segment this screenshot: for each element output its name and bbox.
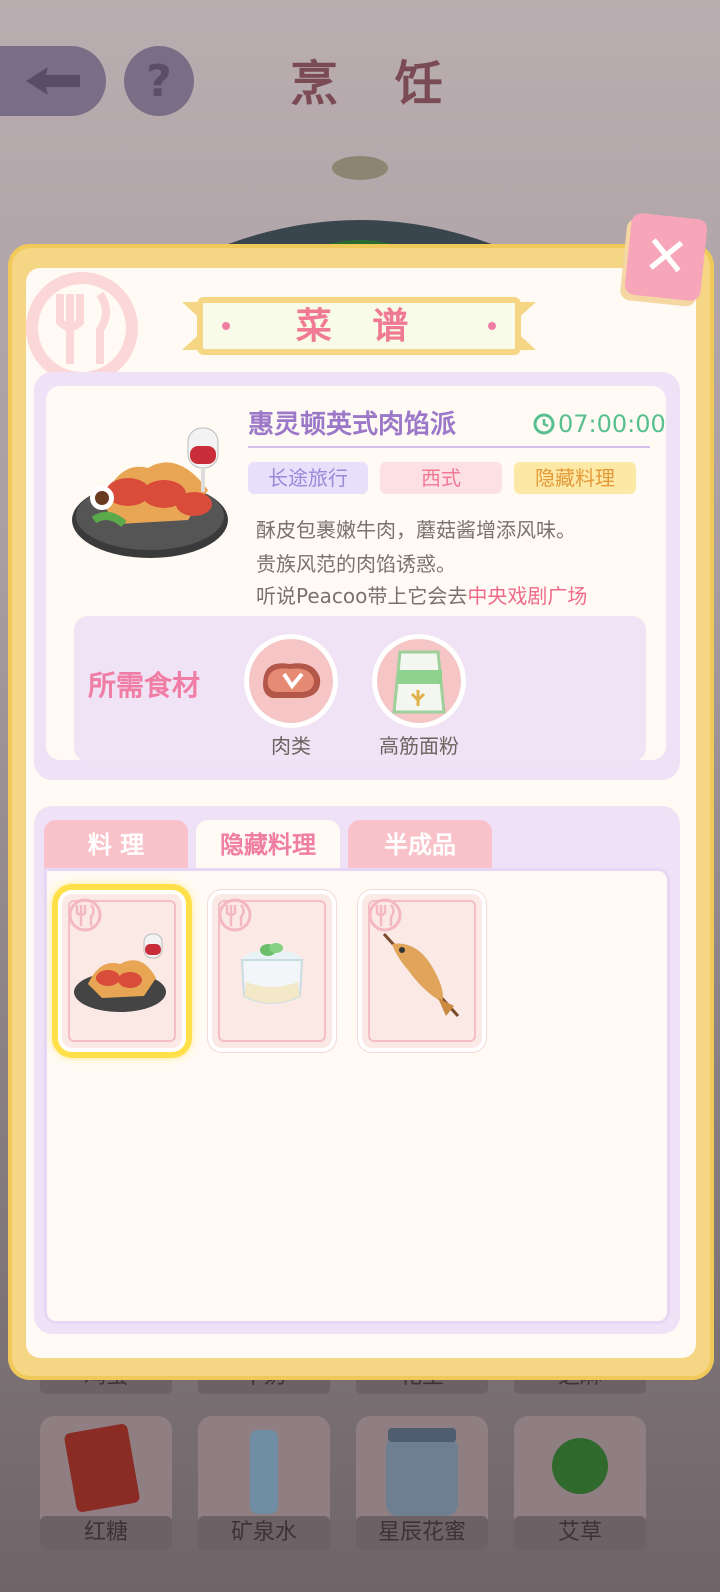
recipe-description-line: 贵族风范的肉馅诱惑。 (256, 552, 456, 576)
recipe-item-grilled-fish[interactable] (358, 890, 486, 1052)
meat-icon (263, 663, 321, 698)
modal-title: 菜 谱 (295, 306, 423, 347)
mugwort-leaf-icon (552, 1438, 608, 1494)
tag-travel: 长途旅行 (248, 462, 368, 494)
tag-western: 西式 (380, 462, 502, 494)
inventory-label: 艾草 (514, 1516, 646, 1550)
fork-spoon-icon (218, 898, 252, 932)
fork-spoon-icon (68, 898, 102, 932)
close-icon: ✕ (640, 222, 692, 291)
hint-place[interactable]: 中央戏剧广场 (467, 584, 587, 608)
fork-spoon-watermark-icon (26, 272, 138, 382)
recipe-name: 惠灵顿英式肉馅派 (248, 410, 457, 440)
ingredient-flour[interactable] (372, 634, 466, 728)
divider (248, 446, 650, 448)
close-button[interactable]: ✕ (623, 212, 709, 302)
water-bottle-icon (250, 1430, 278, 1514)
fork-spoon-icon (368, 898, 402, 932)
beef-wellington-image (72, 427, 228, 558)
cooking-pot-icon (190, 156, 530, 260)
dessert-jar-icon (240, 943, 304, 1004)
tag-hidden: 隐藏料理 (514, 462, 636, 494)
question-icon: ? (146, 55, 172, 107)
recipe-hint: 听说Peacoo带上它会去中央戏剧广场 (256, 580, 587, 609)
inventory-label: 红糖 (40, 1516, 172, 1550)
inventory-label: 星辰花蜜 (356, 1516, 488, 1550)
back-button[interactable] (0, 46, 106, 116)
grilled-fish-icon (382, 932, 460, 1018)
recipe-description-line: 酥皮包裹嫩牛肉，蘑菇酱增添风味。 (256, 518, 576, 542)
inventory-label: 矿泉水 (198, 1516, 330, 1550)
cook-timer: 07:00:00 (532, 410, 666, 438)
page-title: 烹 饪 (290, 56, 463, 112)
ingredient-inventory: 鸡蛋 牛奶 花生 芝麻 红糖 矿泉水 星辰花蜜 艾草 (0, 1360, 720, 1592)
help-button[interactable]: ? (124, 46, 194, 116)
recipe-item-beef-wellington[interactable] (58, 890, 186, 1052)
cook-time: 07:00:00 (558, 410, 666, 438)
ingredient-label: 高筋面粉 (379, 734, 459, 758)
brown-sugar-bag-icon (64, 1424, 140, 1512)
back-arrow-icon (26, 67, 80, 95)
tab-semi-finished[interactable]: 半成品 (348, 820, 492, 870)
flour-bag-icon (392, 650, 446, 714)
ingredient-label: 肉类 (271, 734, 311, 758)
hint-prefix: 听说Peacoo带上它会去 (256, 584, 468, 608)
tab-hidden-dishes[interactable]: 隐藏料理 (196, 820, 340, 872)
recipe-item-milk-jar[interactable] (208, 890, 336, 1052)
honey-jar-icon (386, 1428, 458, 1516)
clock-icon (533, 413, 555, 435)
ingredient-meat[interactable] (244, 634, 338, 728)
ingredients-title: 所需食材 (88, 669, 201, 702)
tab-dishes[interactable]: 料 理 (44, 820, 188, 870)
beef-wellington-icon (74, 933, 166, 1012)
